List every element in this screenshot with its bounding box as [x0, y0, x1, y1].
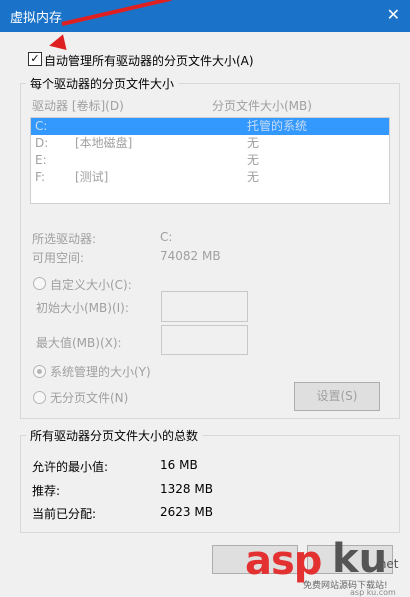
selected-drive-label: 所选驱动器:	[32, 232, 97, 246]
current-label: 当前已分配:	[32, 507, 97, 521]
custom-size-label[interactable]: 自定义大小(C):	[50, 276, 132, 293]
auto-manage-checkbox[interactable]: ✓	[28, 52, 42, 66]
close-icon[interactable]: ✕	[387, 5, 400, 24]
column-header-size: 分页文件大小(MB)	[212, 99, 312, 113]
drive-size: 无	[247, 153, 260, 167]
selected-drive-value: C:	[160, 230, 173, 244]
drive-size: 托管的系统	[247, 119, 308, 133]
checkmark-icon: ✓	[30, 52, 40, 65]
drive-size: 无	[247, 136, 260, 150]
column-header-drive: 驱动器 [卷标](D)	[32, 99, 124, 113]
drive-label: [测试]	[75, 170, 109, 184]
system-managed-radio[interactable]	[33, 365, 46, 378]
custom-size-radio[interactable]	[33, 277, 46, 290]
recommended-value: 1328 MB	[160, 482, 213, 496]
drive-letter: D:	[35, 136, 49, 150]
no-paging-label[interactable]: 无分页文件(N)	[50, 389, 128, 406]
current-value: 2623 MB	[160, 505, 213, 519]
drive-row-f[interactable]: F: [测试] 无	[31, 169, 389, 186]
drive-row-d[interactable]: D: [本地磁盘] 无	[31, 135, 389, 152]
max-size-input[interactable]	[161, 325, 248, 355]
min-size-value: 16 MB	[160, 458, 198, 472]
initial-size-input[interactable]	[161, 291, 248, 322]
auto-manage-label[interactable]: 自动管理所有驱动器的分页文件大小(A)	[44, 52, 254, 69]
drive-list[interactable]: C: 托管的系统 D: [本地磁盘] 无 E: 无 F: [测试] 无	[30, 117, 390, 204]
window-title: 虚拟内存	[10, 11, 63, 26]
drive-letter: C:	[35, 119, 48, 133]
recommended-label: 推荐:	[32, 484, 61, 498]
title-bar: 虚拟内存 ✕	[0, 0, 410, 32]
per-drive-group-legend: 每个驱动器的分页文件大小	[26, 75, 179, 92]
drive-row-c[interactable]: C: 托管的系统	[31, 118, 389, 135]
totals-group-legend: 所有驱动器分页文件大小的总数	[26, 427, 203, 444]
drive-letter: E:	[35, 153, 47, 167]
no-paging-radio[interactable]	[33, 391, 46, 404]
drive-letter: F:	[35, 170, 46, 184]
set-button[interactable]: 设置(S)	[294, 382, 380, 411]
drive-label: [本地磁盘]	[75, 136, 133, 150]
max-size-label: 最大值(MB)(X):	[36, 336, 122, 350]
watermark-logo-net: .net	[375, 557, 399, 571]
drive-row-e[interactable]: E: 无	[31, 152, 389, 169]
initial-size-label: 初始大小(MB)(I):	[36, 301, 129, 315]
annotation-arrowhead	[47, 34, 67, 54]
drive-size: 无	[247, 170, 260, 184]
free-space-value: 74082 MB	[160, 249, 221, 263]
system-managed-label[interactable]: 系统管理的大小(Y)	[50, 363, 151, 380]
min-size-label: 允许的最小值:	[32, 460, 109, 474]
free-space-label: 可用空间:	[32, 251, 85, 265]
